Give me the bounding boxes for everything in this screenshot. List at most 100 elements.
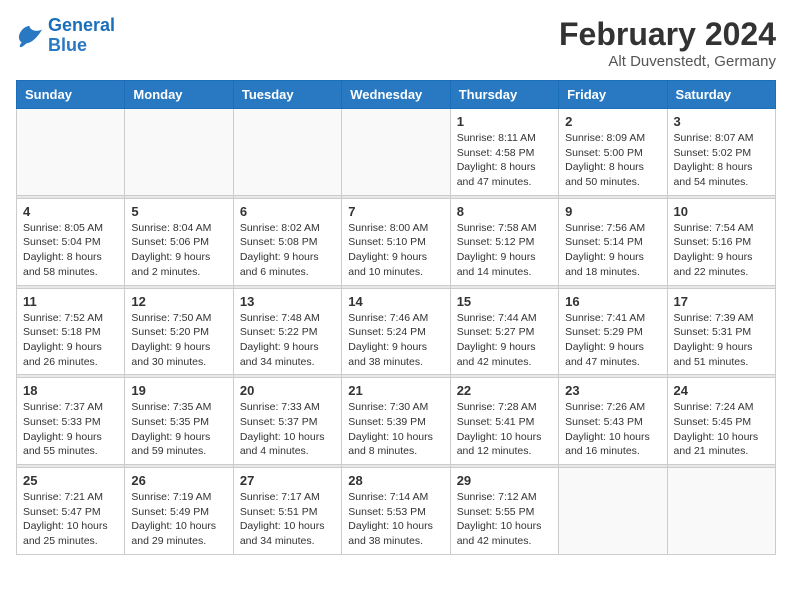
- weekday-header-wednesday: Wednesday: [342, 81, 450, 109]
- calendar-cell: [559, 468, 667, 555]
- day-info: Sunrise: 7:56 AM Sunset: 5:14 PM Dayligh…: [565, 221, 660, 280]
- calendar-cell: 23 Sunrise: 7:26 AM Sunset: 5:43 PM Dayli…: [559, 378, 667, 465]
- calendar-cell: 5 Sunrise: 8:04 AM Sunset: 5:06 PM Daylig…: [125, 198, 233, 285]
- calendar-week-row: 25 Sunrise: 7:21 AM Sunset: 5:47 PM Dayli…: [17, 468, 776, 555]
- day-info: Sunrise: 7:52 AM Sunset: 5:18 PM Dayligh…: [23, 311, 118, 370]
- logo: GeneralBlue: [16, 16, 115, 56]
- calendar-cell: 29Sunrise: 7:12 AM Sunset: 5:55 PM Dayli…: [450, 468, 558, 555]
- day-info: Sunrise: 7:44 AM Sunset: 5:27 PM Dayligh…: [457, 311, 552, 370]
- calendar-cell: 13Sunrise: 7:48 AM Sunset: 5:22 PM Dayli…: [233, 288, 341, 375]
- calendar-cell: 17 Sunrise: 7:39 AM Sunset: 5:31 PM Dayli…: [667, 288, 775, 375]
- day-info: Sunrise: 7:14 AM Sunset: 5:53 PM Dayligh…: [348, 490, 443, 549]
- day-number: 14: [348, 294, 443, 309]
- day-info: Sunrise: 8:02 AM Sunset: 5:08 PM Dayligh…: [240, 221, 335, 280]
- calendar-cell: [233, 109, 341, 196]
- day-info: Sunrise: 7:24 AM Sunset: 5:45 PM Dayligh…: [674, 400, 769, 459]
- day-number: 21: [348, 383, 443, 398]
- day-number: 5: [131, 204, 226, 219]
- day-info: Sunrise: 7:26 AM Sunset: 5:43 PM Dayligh…: [565, 400, 660, 459]
- calendar-week-row: 18 Sunrise: 7:37 AM Sunset: 5:33 PM Dayli…: [17, 378, 776, 465]
- location-title: Alt Duvenstedt, Germany: [559, 53, 776, 70]
- day-number: 2: [565, 114, 660, 129]
- calendar-cell: 25 Sunrise: 7:21 AM Sunset: 5:47 PM Dayli…: [17, 468, 125, 555]
- day-info: Sunrise: 8:11 AM Sunset: 4:58 PM Dayligh…: [457, 131, 552, 190]
- weekday-header-sunday: Sunday: [17, 81, 125, 109]
- calendar-cell: 11 Sunrise: 7:52 AM Sunset: 5:18 PM Dayli…: [17, 288, 125, 375]
- calendar-cell: [667, 468, 775, 555]
- day-number: 27: [240, 473, 335, 488]
- weekday-header-thursday: Thursday: [450, 81, 558, 109]
- calendar-cell: 22 Sunrise: 7:28 AM Sunset: 5:41 PM Dayli…: [450, 378, 558, 465]
- calendar-cell: 6 Sunrise: 8:02 AM Sunset: 5:08 PM Daylig…: [233, 198, 341, 285]
- day-info: Sunrise: 8:07 AM Sunset: 5:02 PM Dayligh…: [674, 131, 769, 190]
- title-section: February 2024 Alt Duvenstedt, Germany: [559, 16, 776, 70]
- day-info: Sunrise: 7:33 AM Sunset: 5:37 PM Dayligh…: [240, 400, 335, 459]
- header: GeneralBlue February 2024 Alt Duvenstedt…: [16, 16, 776, 70]
- calendar-cell: [125, 109, 233, 196]
- day-info: Sunrise: 7:21 AM Sunset: 5:47 PM Dayligh…: [23, 490, 118, 549]
- day-number: 20: [240, 383, 335, 398]
- calendar: SundayMondayTuesdayWednesdayThursdayFrid…: [16, 80, 776, 555]
- calendar-cell: 21 Sunrise: 7:30 AM Sunset: 5:39 PM Dayli…: [342, 378, 450, 465]
- calendar-week-row: 4 Sunrise: 8:05 AM Sunset: 5:04 PM Daylig…: [17, 198, 776, 285]
- day-number: 16: [565, 294, 660, 309]
- day-info: Sunrise: 8:04 AM Sunset: 5:06 PM Dayligh…: [131, 221, 226, 280]
- day-number: 26: [131, 473, 226, 488]
- calendar-cell: [17, 109, 125, 196]
- day-number: 23: [565, 383, 660, 398]
- calendar-cell: 3Sunrise: 8:07 AM Sunset: 5:02 PM Daylig…: [667, 109, 775, 196]
- day-info: Sunrise: 7:54 AM Sunset: 5:16 PM Dayligh…: [674, 221, 769, 280]
- day-info: Sunrise: 8:09 AM Sunset: 5:00 PM Dayligh…: [565, 131, 660, 190]
- day-info: Sunrise: 7:37 AM Sunset: 5:33 PM Dayligh…: [23, 400, 118, 459]
- calendar-cell: 8 Sunrise: 7:58 AM Sunset: 5:12 PM Daylig…: [450, 198, 558, 285]
- day-number: 13: [240, 294, 335, 309]
- day-info: Sunrise: 7:28 AM Sunset: 5:41 PM Dayligh…: [457, 400, 552, 459]
- day-number: 28: [348, 473, 443, 488]
- logo-text: GeneralBlue: [48, 16, 115, 56]
- day-number: 12: [131, 294, 226, 309]
- day-number: 24: [674, 383, 769, 398]
- day-info: Sunrise: 7:12 AM Sunset: 5:55 PM Dayligh…: [457, 490, 552, 549]
- day-info: Sunrise: 7:58 AM Sunset: 5:12 PM Dayligh…: [457, 221, 552, 280]
- month-title: February 2024: [559, 16, 776, 53]
- day-number: 22: [457, 383, 552, 398]
- calendar-cell: 2 Sunrise: 8:09 AM Sunset: 5:00 PM Daylig…: [559, 109, 667, 196]
- calendar-cell: 26 Sunrise: 7:19 AM Sunset: 5:49 PM Dayli…: [125, 468, 233, 555]
- calendar-cell: 9 Sunrise: 7:56 AM Sunset: 5:14 PM Daylig…: [559, 198, 667, 285]
- day-info: Sunrise: 7:41 AM Sunset: 5:29 PM Dayligh…: [565, 311, 660, 370]
- day-info: Sunrise: 7:17 AM Sunset: 5:51 PM Dayligh…: [240, 490, 335, 549]
- day-number: 18: [23, 383, 118, 398]
- logo-icon: [16, 24, 44, 48]
- calendar-cell: 1 Sunrise: 8:11 AM Sunset: 4:58 PM Daylig…: [450, 109, 558, 196]
- day-info: Sunrise: 7:46 AM Sunset: 5:24 PM Dayligh…: [348, 311, 443, 370]
- weekday-header-row: SundayMondayTuesdayWednesdayThursdayFrid…: [17, 81, 776, 109]
- day-number: 6: [240, 204, 335, 219]
- calendar-week-row: 1 Sunrise: 8:11 AM Sunset: 4:58 PM Daylig…: [17, 109, 776, 196]
- day-number: 9: [565, 204, 660, 219]
- day-info: Sunrise: 7:50 AM Sunset: 5:20 PM Dayligh…: [131, 311, 226, 370]
- calendar-cell: 14 Sunrise: 7:46 AM Sunset: 5:24 PM Dayli…: [342, 288, 450, 375]
- day-number: 25: [23, 473, 118, 488]
- calendar-cell: 15Sunrise: 7:44 AM Sunset: 5:27 PM Dayli…: [450, 288, 558, 375]
- weekday-header-saturday: Saturday: [667, 81, 775, 109]
- weekday-header-tuesday: Tuesday: [233, 81, 341, 109]
- day-number: 17: [674, 294, 769, 309]
- calendar-cell: 18 Sunrise: 7:37 AM Sunset: 5:33 PM Dayli…: [17, 378, 125, 465]
- calendar-cell: 27 Sunrise: 7:17 AM Sunset: 5:51 PM Dayli…: [233, 468, 341, 555]
- day-number: 4: [23, 204, 118, 219]
- day-info: Sunrise: 8:00 AM Sunset: 5:10 PM Dayligh…: [348, 221, 443, 280]
- day-number: 8: [457, 204, 552, 219]
- calendar-cell: [342, 109, 450, 196]
- calendar-week-row: 11 Sunrise: 7:52 AM Sunset: 5:18 PM Dayli…: [17, 288, 776, 375]
- day-number: 1: [457, 114, 552, 129]
- day-number: 11: [23, 294, 118, 309]
- day-number: 7: [348, 204, 443, 219]
- calendar-cell: 24 Sunrise: 7:24 AM Sunset: 5:45 PM Dayli…: [667, 378, 775, 465]
- day-info: Sunrise: 7:39 AM Sunset: 5:31 PM Dayligh…: [674, 311, 769, 370]
- calendar-cell: 10 Sunrise: 7:54 AM Sunset: 5:16 PM Dayli…: [667, 198, 775, 285]
- day-info: Sunrise: 8:05 AM Sunset: 5:04 PM Dayligh…: [23, 221, 118, 280]
- day-info: Sunrise: 7:30 AM Sunset: 5:39 PM Dayligh…: [348, 400, 443, 459]
- calendar-cell: 12 Sunrise: 7:50 AM Sunset: 5:20 PM Dayli…: [125, 288, 233, 375]
- day-number: 10: [674, 204, 769, 219]
- day-info: Sunrise: 7:19 AM Sunset: 5:49 PM Dayligh…: [131, 490, 226, 549]
